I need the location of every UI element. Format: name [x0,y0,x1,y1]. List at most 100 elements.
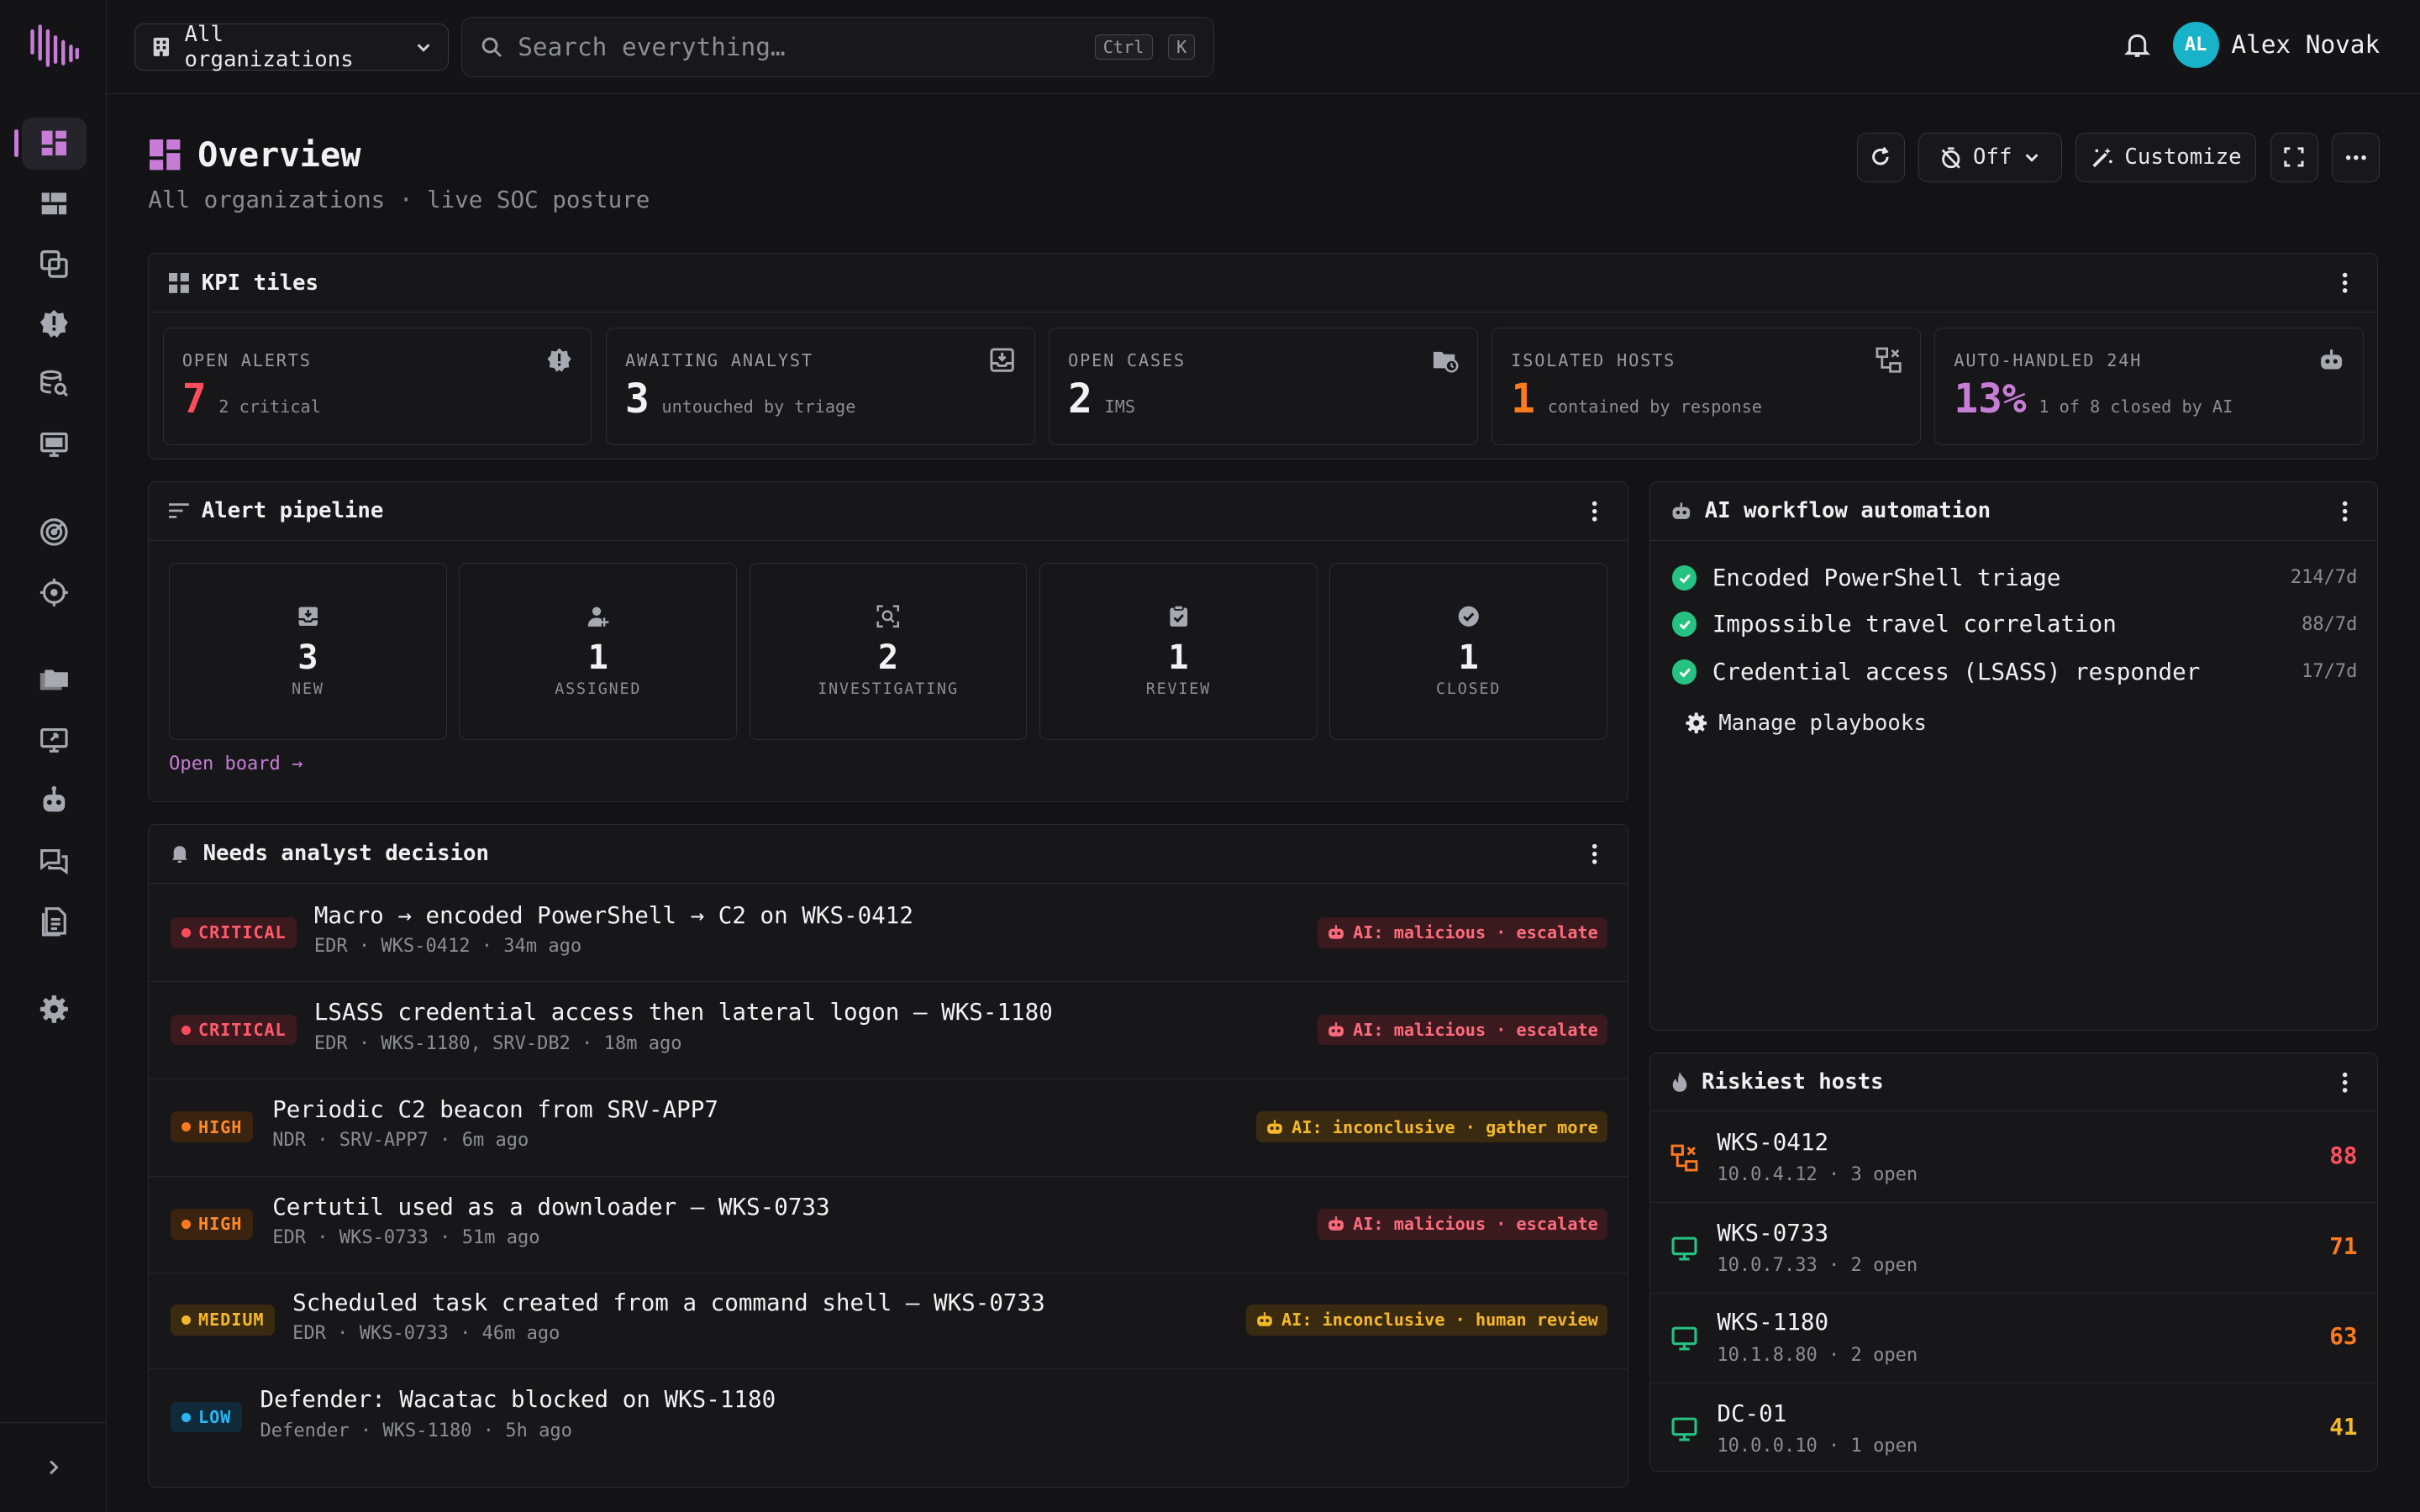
scan-search-icon [876,605,900,627]
gear-icon [1686,712,1707,734]
dashboard-icon [150,139,181,170]
nav-hunting[interactable] [22,358,87,410]
search-icon [481,37,502,58]
host-row[interactable]: WKS-1180 10.1.8.80 · 2 open 63 [1650,1294,2378,1383]
kpi-tile-isolated-hosts[interactable]: ISOLATED HOSTS 1 contained by response [1491,328,1921,445]
kpi-tile-open-alerts[interactable]: OPEN ALERTS 7 2 critical [162,328,592,445]
stage-new[interactable]: 3 NEW [169,562,447,740]
robot-icon [1328,1216,1344,1231]
alert-row[interactable]: CRITICAL LSASS credential access then la… [149,982,1628,1079]
dashboard-icon [41,131,66,156]
isolated-host-icon [1670,1144,1698,1172]
logo-icon[interactable] [28,22,80,68]
more-button[interactable] [2332,132,2381,182]
nav-remote[interactable] [22,714,87,766]
kpi-value: 13% [1954,376,2027,423]
building-icon [153,37,170,57]
sidebar-expand-button[interactable] [0,1422,107,1512]
nav-reports[interactable] [22,895,87,947]
clipboard-check-icon [1170,604,1187,627]
avatar: AL [2172,21,2219,68]
kebab-menu-icon[interactable] [2333,1070,2357,1095]
ai-verdict-badge: AI: malicious · escalate [1317,916,1607,948]
ai-verdict-badge: AI: inconclusive · gather more [1255,1111,1607,1143]
monitor-icon [1671,1417,1697,1441]
nav-chat[interactable] [22,835,87,887]
bell-icon[interactable] [2123,31,2151,59]
nav-cases[interactable] [22,238,87,290]
open-board-link[interactable]: Open board → [169,753,302,774]
monitor-icon [1671,1236,1697,1261]
nav-overview[interactable] [13,117,87,171]
alert-row[interactable]: HIGH Certutil used as a downloader — WKS… [149,1177,1628,1274]
alert-meta: EDR · WKS-1180, SRV-DB2 · 18m ago [313,1032,682,1054]
fullscreen-button[interactable] [2270,132,2318,182]
fullscreen-icon [2284,147,2304,167]
alert-row[interactable]: LOW Defender: Wacatac blocked on WKS-118… [149,1369,1627,1467]
kpi-label: AWAITING ANALYST [624,350,813,371]
nav-settings[interactable] [22,983,87,1035]
ai-verdict-badge: AI: malicious · escalate [1317,1209,1607,1240]
kebab-menu-icon[interactable] [2333,499,2357,523]
alert-title: Macro → encoded PowerShell → C2 on WKS-0… [313,901,913,929]
workflow-count: 17/7d [2302,661,2358,683]
nav-assets[interactable] [22,418,87,470]
alert-meta: EDR · WKS-0733 · 51m ago [272,1227,540,1249]
robot-icon [1257,1312,1272,1327]
host-row[interactable]: DC-01 10.0.0.10 · 1 open 41 [1650,1384,2377,1471]
org-select[interactable]: All organizations [134,22,450,72]
severity-label: CRITICAL [198,922,287,943]
nav-boards[interactable] [22,177,87,229]
kpi-tile-open-cases[interactable]: OPEN CASES 2 IMS [1049,328,1478,445]
stack-icon [39,249,68,278]
customize-button[interactable]: Customize [2075,132,2257,182]
host-risk-score: 88 [2329,1142,2358,1170]
auto-refresh-select[interactable]: Off [1918,132,2062,182]
search-input[interactable]: Search everything… Ctrl K [461,17,1215,77]
manage-playbooks-button[interactable]: Manage playbooks [1685,711,1927,736]
database-search-icon [40,370,68,397]
stage-closed[interactable]: 1 CLOSED [1329,562,1607,740]
user-assign-icon [587,606,609,627]
chevron-right-icon [49,1460,59,1475]
host-row[interactable]: WKS-0412 10.0.4.12 · 3 open 88 [1650,1113,2378,1203]
workflow-item[interactable]: Impossible travel correlation 88/7d [1672,601,2357,647]
stage-review[interactable]: 1 REVIEW [1039,562,1318,740]
kebab-menu-icon[interactable] [1582,842,1607,866]
ai-verdict-label: AI: malicious · escalate [1353,922,1598,943]
alert-pipeline-panel: Alert pipeline 3 NEW 1 ASSIGNED 2 INVEST… [148,481,1628,803]
severity-label: HIGH [198,1214,243,1235]
host-name: WKS-1180 [1717,1309,1829,1336]
workflow-item[interactable]: Credential access (LSASS) responder 17/7… [1672,648,2357,695]
host-name: WKS-0733 [1717,1219,1829,1247]
alert-row[interactable]: CRITICAL Macro → encoded PowerShell → C2… [149,885,1628,983]
refresh-button[interactable] [1856,132,1905,182]
alert-title: Periodic C2 beacon from SRV-APP7 [272,1096,718,1124]
workflow-item[interactable]: Encoded PowerShell triage 214/7d [1672,554,2357,601]
nav-radar[interactable] [22,506,87,558]
nav-automation[interactable] [22,774,87,827]
workflow-title: AI workflow automation [1704,498,1991,524]
stage-count: 3 [297,637,318,678]
nav-files[interactable] [22,654,87,706]
manage-playbooks-label: Manage playbooks [1718,710,1927,736]
alert-meta: NDR · SRV-APP7 · 6m ago [272,1130,529,1152]
alert-row[interactable]: HIGH Periodic C2 beacon from SRV-APP7 ND… [149,1079,1628,1177]
user-menu[interactable]: AL Alex Novak [2172,21,2380,68]
alert-row[interactable]: MEDIUM Scheduled task created from a com… [149,1272,1628,1370]
auto-refresh-label: Off [1973,144,2012,171]
stage-assigned[interactable]: 1 ASSIGNED [459,562,738,740]
severity-badge: HIGH [171,1111,254,1143]
host-row[interactable]: WKS-0733 10.0.7.33 · 2 open 71 [1650,1205,2378,1294]
robot-icon [1328,1022,1344,1037]
kebab-menu-icon[interactable] [2333,270,2357,295]
nav-alerts[interactable] [22,297,87,349]
nav-threat-intel[interactable] [22,566,87,618]
bell-ring-icon [171,846,188,864]
kpi-sub: IMS [1104,396,1136,417]
kpi-tile-awaiting-analyst[interactable]: AWAITING ANALYST 3 untouched by triage [605,328,1035,445]
kebab-menu-icon[interactable] [1582,499,1607,523]
stage-investigating[interactable]: 2 INVESTIGATING [749,562,1028,740]
kpi-tile-auto-handled[interactable]: AUTO-HANDLED 24H 13% 1 of 8 closed by AI [1934,328,2364,445]
robot-icon [1328,925,1344,940]
